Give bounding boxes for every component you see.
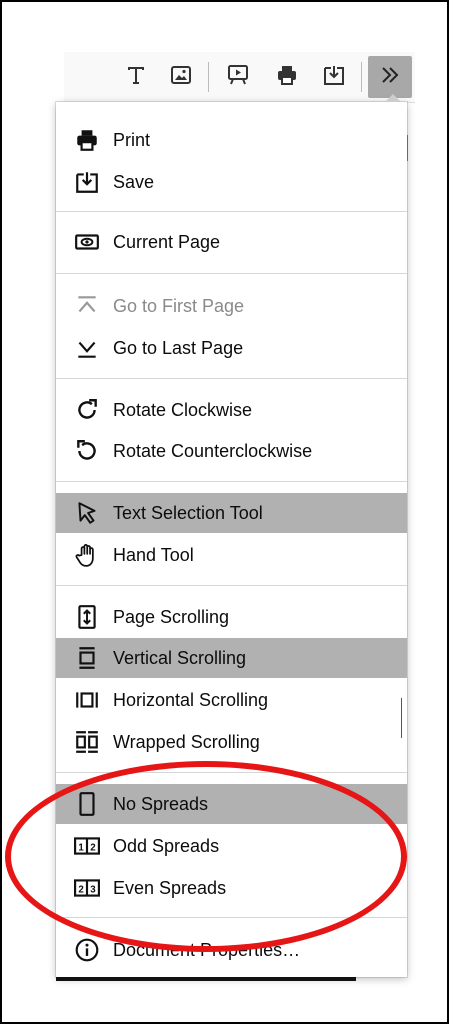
menu-item-page-scrolling[interactable]: Page Scrolling <box>56 597 407 637</box>
even-spreads-icon: 23 <box>73 874 101 902</box>
menu-item-no-spreads[interactable]: No Spreads <box>56 784 407 824</box>
menu-item-label: Text Selection Tool <box>113 502 263 523</box>
menu-item-first-page[interactable]: Go to First Page <box>56 286 407 326</box>
menu-item-document-properties[interactable]: Document Properties… <box>56 930 407 970</box>
menu-item-label: Save <box>113 171 155 192</box>
text-tool-icon <box>124 63 148 92</box>
save-icon <box>73 168 101 196</box>
horizontal-scroll-icon <box>73 686 101 714</box>
info-icon <box>73 936 101 964</box>
menu-item-rotate-ccw[interactable]: Rotate Counterclockwise <box>56 431 407 471</box>
menu-separator <box>56 211 407 212</box>
menu-separator <box>56 585 407 586</box>
menu-item-label: Hand Tool <box>113 544 194 565</box>
menu-item-label: Wrapped Scrolling <box>113 731 260 752</box>
cursor-icon <box>73 499 101 527</box>
menu-item-current-page[interactable]: Current Page <box>56 222 407 262</box>
toolbar-separator <box>208 62 209 92</box>
menu-item-label: Even Spreads <box>113 877 227 898</box>
print-icon <box>73 126 101 154</box>
print-button[interactable] <box>269 52 305 102</box>
menu-item-save[interactable]: Save <box>56 162 407 202</box>
menu-item-label: Horizontal Scrolling <box>113 689 269 710</box>
svg-text:2: 2 <box>90 842 96 853</box>
first-page-icon <box>73 292 101 320</box>
download-icon <box>322 63 346 92</box>
presentation-mode-icon <box>226 63 250 92</box>
page-scroll-icon <box>73 603 101 631</box>
menu-item-even-spreads[interactable]: 23 Even Spreads <box>56 868 407 908</box>
menu-item-print[interactable]: Print <box>56 120 407 160</box>
menu-item-vertical-scrolling[interactable]: Vertical Scrolling <box>56 638 407 678</box>
menu-item-text-selection-tool[interactable]: Text Selection Tool <box>56 493 407 533</box>
menu-separator <box>56 917 407 918</box>
svg-text:1: 1 <box>78 842 84 853</box>
rotate-ccw-icon <box>73 437 101 465</box>
menu-item-last-page[interactable]: Go to Last Page <box>56 328 407 368</box>
download-button[interactable] <box>316 52 352 102</box>
svg-text:2: 2 <box>78 884 84 895</box>
image-tool-icon <box>169 63 193 92</box>
vertical-scroll-icon <box>73 644 101 672</box>
secondary-toolbar-menu: Print Save Current Page Go to First Page… <box>56 94 407 977</box>
menu-item-label: Go to First Page <box>113 295 245 316</box>
page-edge-marker <box>401 698 407 738</box>
menu-separator <box>56 772 407 773</box>
menu-item-label: Rotate Clockwise <box>113 399 253 420</box>
print-icon <box>275 63 299 92</box>
menu-separator <box>56 378 407 379</box>
menu-item-odd-spreads[interactable]: 12 Odd Spreads <box>56 826 407 866</box>
menu-item-label: Current Page <box>113 231 221 252</box>
menu-item-horizontal-scrolling[interactable]: Horizontal Scrolling <box>56 680 407 720</box>
menu-item-label: Odd Spreads <box>113 835 220 856</box>
wrapped-scroll-icon <box>73 728 101 756</box>
menu-item-label: Document Properties… <box>113 939 301 960</box>
menu-item-label: No Spreads <box>113 793 209 814</box>
menu-item-wrapped-scrolling[interactable]: Wrapped Scrolling <box>56 722 407 762</box>
menu-item-label: Rotate Counterclockwise <box>113 440 313 461</box>
menu-item-label: Page Scrolling <box>113 606 230 627</box>
presentation-mode-button[interactable] <box>220 52 256 102</box>
rotate-cw-icon <box>73 396 101 424</box>
menu-item-rotate-cw[interactable]: Rotate Clockwise <box>56 390 407 430</box>
odd-spreads-icon: 12 <box>73 832 101 860</box>
hand-icon <box>73 541 101 569</box>
menu-separator <box>56 481 407 482</box>
pdf-toolbar <box>64 52 415 103</box>
page-bottom-edge <box>56 977 356 981</box>
no-spreads-icon <box>73 790 101 818</box>
menu-item-hand-tool[interactable]: Hand Tool <box>56 535 407 575</box>
menu-item-label: Go to Last Page <box>113 337 244 358</box>
image-tool-button[interactable] <box>163 52 199 102</box>
svg-text:3: 3 <box>90 884 96 895</box>
tools-menu-button[interactable] <box>368 56 412 98</box>
text-tool-button[interactable] <box>118 52 154 102</box>
menu-item-label: Vertical Scrolling <box>113 647 247 668</box>
last-page-icon <box>73 334 101 362</box>
menu-separator <box>56 273 407 274</box>
tools-menu-icon <box>378 63 402 92</box>
menu-item-label: Print <box>113 129 151 150</box>
eye-icon <box>73 228 101 256</box>
toolbar-separator <box>361 62 362 92</box>
